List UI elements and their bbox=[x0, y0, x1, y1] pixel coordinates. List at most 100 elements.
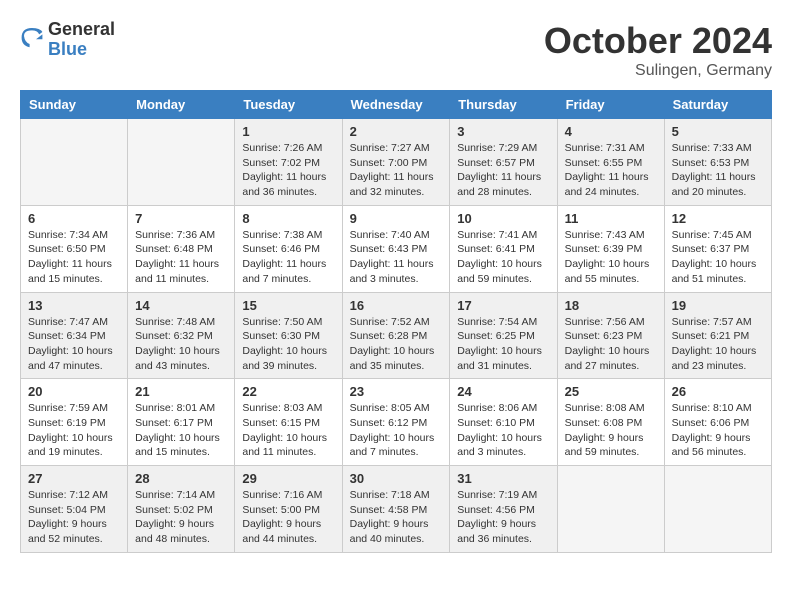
calendar-week-row: 1Sunrise: 7:26 AMSunset: 7:02 PMDaylight… bbox=[21, 119, 772, 206]
weekday-header: Wednesday bbox=[342, 91, 450, 119]
day-number: 29 bbox=[242, 471, 334, 486]
day-number: 7 bbox=[135, 211, 227, 226]
day-number: 14 bbox=[135, 298, 227, 313]
calendar-day-cell: 8 Sunrise: 7:38 AMSunset: 6:46 PMDaylight… bbox=[235, 205, 342, 292]
calendar-day-cell: 15 Sunrise: 7:50 AMSunset: 6:30 PMDayligh… bbox=[235, 292, 342, 379]
day-number: 2 bbox=[350, 124, 443, 139]
calendar-day-cell: 11Sunrise: 7:43 AMSunset: 6:39 PMDayligh… bbox=[557, 205, 664, 292]
calendar-day-cell: 18 Sunrise: 7:56 AMSunset: 6:23 PMDayligh… bbox=[557, 292, 664, 379]
calendar-day-cell: 14Sunrise: 7:48 AMSunset: 6:32 PMDayligh… bbox=[128, 292, 235, 379]
day-info: Sunrise: 7:38 AMSunset: 6:46 PMDaylight:… bbox=[242, 228, 334, 287]
day-number: 25 bbox=[565, 384, 657, 399]
day-info: Sunrise: 7:45 AMSunset: 6:37 PMDaylight:… bbox=[672, 228, 764, 287]
day-info: Sunrise: 7:19 AMSunset: 4:56 PMDaylight:… bbox=[457, 488, 549, 547]
weekday-header: Sunday bbox=[21, 91, 128, 119]
day-info: Sunrise: 8:01 AMSunset: 6:17 PMDaylight:… bbox=[135, 401, 227, 460]
day-number: 24 bbox=[457, 384, 549, 399]
day-number: 5 bbox=[672, 124, 764, 139]
calendar-day-cell bbox=[557, 466, 664, 553]
day-info: Sunrise: 7:40 AMSunset: 6:43 PMDaylight:… bbox=[350, 228, 443, 287]
calendar-day-cell: 26 Sunrise: 8:10 AMSunset: 6:06 PMDayligh… bbox=[664, 379, 771, 466]
calendar-day-cell: 28 Sunrise: 7:14 AMSunset: 5:02 PMDayligh… bbox=[128, 466, 235, 553]
weekday-header: Monday bbox=[128, 91, 235, 119]
calendar-week-row: 6 Sunrise: 7:34 AMSunset: 6:50 PMDaylight… bbox=[21, 205, 772, 292]
day-info: Sunrise: 7:12 AMSunset: 5:04 PMDaylight:… bbox=[28, 488, 120, 547]
calendar-week-row: 27 Sunrise: 7:12 AMSunset: 5:04 PMDayligh… bbox=[21, 466, 772, 553]
day-number: 12 bbox=[672, 211, 764, 226]
day-number: 6 bbox=[28, 211, 120, 226]
day-info: Sunrise: 7:14 AMSunset: 5:02 PMDaylight:… bbox=[135, 488, 227, 547]
calendar-day-cell: 21Sunrise: 8:01 AMSunset: 6:17 PMDayligh… bbox=[128, 379, 235, 466]
calendar-day-cell: 2Sunrise: 7:27 AMSunset: 7:00 PMDaylight… bbox=[342, 119, 450, 206]
logo-blue: Blue bbox=[48, 40, 115, 60]
logo: General Blue bbox=[20, 20, 115, 60]
day-number: 3 bbox=[457, 124, 549, 139]
day-number: 15 bbox=[242, 298, 334, 313]
calendar-week-row: 13 Sunrise: 7:47 AMSunset: 6:34 PMDayligh… bbox=[21, 292, 772, 379]
day-info: Sunrise: 7:57 AMSunset: 6:21 PMDaylight:… bbox=[672, 315, 764, 374]
day-number: 16 bbox=[350, 298, 443, 313]
calendar-day-cell: 13 Sunrise: 7:47 AMSunset: 6:34 PMDayligh… bbox=[21, 292, 128, 379]
day-number: 23 bbox=[350, 384, 443, 399]
calendar-day-cell bbox=[21, 119, 128, 206]
calendar-day-cell: 20 Sunrise: 7:59 AMSunset: 6:19 PMDayligh… bbox=[21, 379, 128, 466]
day-number: 4 bbox=[565, 124, 657, 139]
calendar-day-cell: 16 Sunrise: 7:52 AMSunset: 6:28 PMDayligh… bbox=[342, 292, 450, 379]
day-info: Sunrise: 7:33 AMSunset: 6:53 PMDaylight:… bbox=[672, 141, 764, 200]
calendar-day-cell: 6 Sunrise: 7:34 AMSunset: 6:50 PMDaylight… bbox=[21, 205, 128, 292]
location: Sulingen, Germany bbox=[544, 62, 772, 80]
calendar-day-cell: 19 Sunrise: 7:57 AMSunset: 6:21 PMDayligh… bbox=[664, 292, 771, 379]
calendar-table: SundayMondayTuesdayWednesdayThursdayFrid… bbox=[20, 90, 772, 553]
day-info: Sunrise: 7:36 AMSunset: 6:48 PMDaylight:… bbox=[135, 228, 227, 287]
weekday-header: Saturday bbox=[664, 91, 771, 119]
month-title: October 2024 bbox=[544, 20, 772, 62]
day-info: Sunrise: 7:43 AMSunset: 6:39 PMDaylight:… bbox=[565, 228, 657, 287]
day-number: 20 bbox=[28, 384, 120, 399]
day-info: Sunrise: 7:47 AMSunset: 6:34 PMDaylight:… bbox=[28, 315, 120, 374]
calendar-day-cell bbox=[664, 466, 771, 553]
calendar-day-cell: 25 Sunrise: 8:08 AMSunset: 6:08 PMDayligh… bbox=[557, 379, 664, 466]
title-block: October 2024 Sulingen, Germany bbox=[544, 20, 772, 80]
day-info: Sunrise: 7:18 AMSunset: 4:58 PMDaylight:… bbox=[350, 488, 443, 547]
calendar-day-cell: 17Sunrise: 7:54 AMSunset: 6:25 PMDayligh… bbox=[450, 292, 557, 379]
calendar-day-cell: 10Sunrise: 7:41 AMSunset: 6:41 PMDayligh… bbox=[450, 205, 557, 292]
day-info: Sunrise: 7:50 AMSunset: 6:30 PMDaylight:… bbox=[242, 315, 334, 374]
calendar-day-cell: 9 Sunrise: 7:40 AMSunset: 6:43 PMDaylight… bbox=[342, 205, 450, 292]
day-number: 28 bbox=[135, 471, 227, 486]
day-info: Sunrise: 8:06 AMSunset: 6:10 PMDaylight:… bbox=[457, 401, 549, 460]
day-info: Sunrise: 8:08 AMSunset: 6:08 PMDaylight:… bbox=[565, 401, 657, 460]
day-info: Sunrise: 7:52 AMSunset: 6:28 PMDaylight:… bbox=[350, 315, 443, 374]
day-number: 8 bbox=[242, 211, 334, 226]
day-info: Sunrise: 7:54 AMSunset: 6:25 PMDaylight:… bbox=[457, 315, 549, 374]
calendar-week-row: 20 Sunrise: 7:59 AMSunset: 6:19 PMDayligh… bbox=[21, 379, 772, 466]
day-info: Sunrise: 7:31 AMSunset: 6:55 PMDaylight:… bbox=[565, 141, 657, 200]
day-number: 26 bbox=[672, 384, 764, 399]
calendar-day-cell: 30Sunrise: 7:18 AMSunset: 4:58 PMDayligh… bbox=[342, 466, 450, 553]
calendar-day-cell: 12 Sunrise: 7:45 AMSunset: 6:37 PMDayligh… bbox=[664, 205, 771, 292]
weekday-header: Thursday bbox=[450, 91, 557, 119]
day-info: Sunrise: 7:59 AMSunset: 6:19 PMDaylight:… bbox=[28, 401, 120, 460]
logo-icon bbox=[20, 28, 44, 52]
day-number: 27 bbox=[28, 471, 120, 486]
day-info: Sunrise: 8:10 AMSunset: 6:06 PMDaylight:… bbox=[672, 401, 764, 460]
day-info: Sunrise: 7:34 AMSunset: 6:50 PMDaylight:… bbox=[28, 228, 120, 287]
weekday-header: Tuesday bbox=[235, 91, 342, 119]
calendar-day-cell: 31Sunrise: 7:19 AMSunset: 4:56 PMDayligh… bbox=[450, 466, 557, 553]
calendar-day-cell: 1Sunrise: 7:26 AMSunset: 7:02 PMDaylight… bbox=[235, 119, 342, 206]
day-info: Sunrise: 7:41 AMSunset: 6:41 PMDaylight:… bbox=[457, 228, 549, 287]
weekday-header-row: SundayMondayTuesdayWednesdayThursdayFrid… bbox=[21, 91, 772, 119]
calendar-day-cell: 5 Sunrise: 7:33 AMSunset: 6:53 PMDaylight… bbox=[664, 119, 771, 206]
calendar-day-cell: 24 Sunrise: 8:06 AMSunset: 6:10 PMDayligh… bbox=[450, 379, 557, 466]
logo-general: General bbox=[48, 20, 115, 40]
logo-text: General Blue bbox=[48, 20, 115, 60]
day-number: 19 bbox=[672, 298, 764, 313]
day-number: 9 bbox=[350, 211, 443, 226]
day-info: Sunrise: 7:56 AMSunset: 6:23 PMDaylight:… bbox=[565, 315, 657, 374]
day-number: 13 bbox=[28, 298, 120, 313]
day-number: 22 bbox=[242, 384, 334, 399]
day-number: 18 bbox=[565, 298, 657, 313]
calendar-day-cell: 22Sunrise: 8:03 AMSunset: 6:15 PMDayligh… bbox=[235, 379, 342, 466]
page-header: General Blue October 2024 Sulingen, Germ… bbox=[20, 20, 772, 80]
calendar-day-cell: 7 Sunrise: 7:36 AMSunset: 6:48 PMDaylight… bbox=[128, 205, 235, 292]
calendar-day-cell: 23Sunrise: 8:05 AMSunset: 6:12 PMDayligh… bbox=[342, 379, 450, 466]
